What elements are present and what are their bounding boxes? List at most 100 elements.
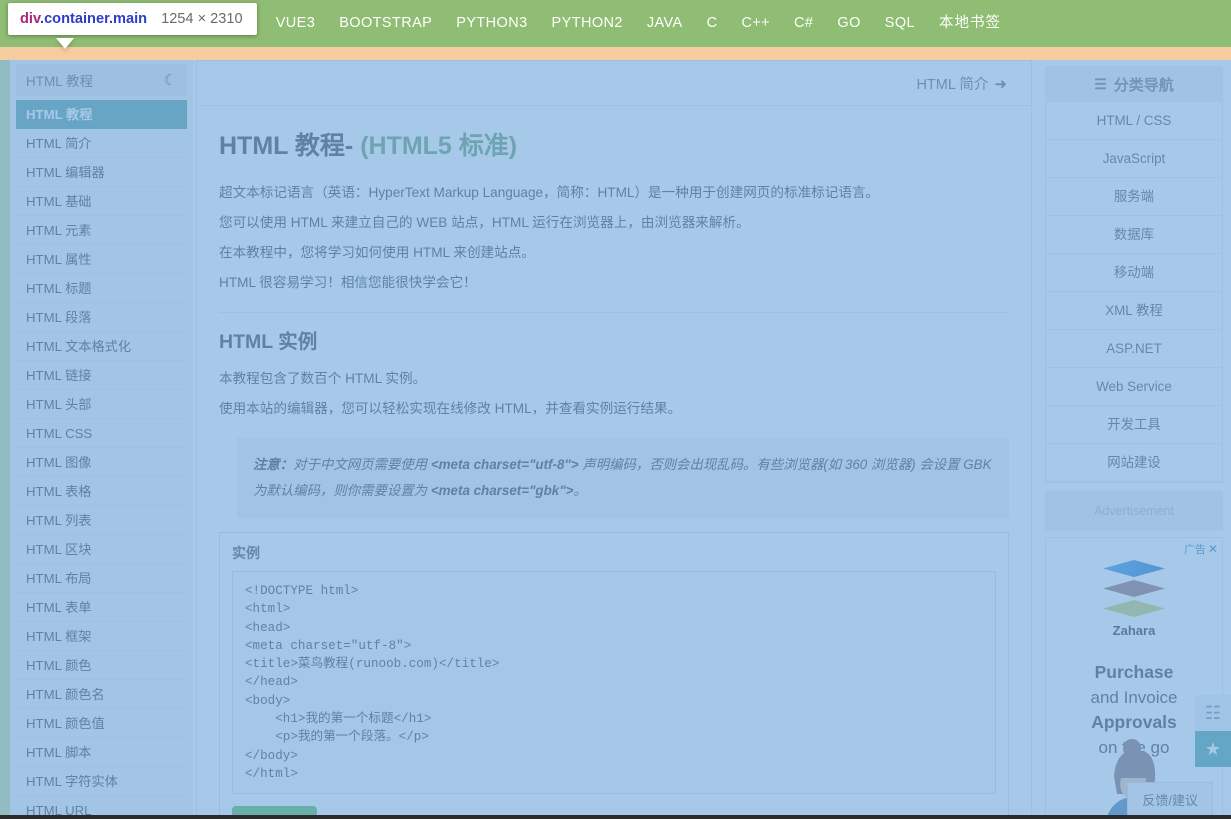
category-item-devtools[interactable]: 开发工具	[1046, 406, 1222, 444]
sidebar-item-html-attributes[interactable]: HTML 属性	[16, 245, 187, 274]
advertisement-banner[interactable]: 广告 ✕ Zahara Purchase and Invoice Approval…	[1045, 537, 1223, 819]
category-item-database[interactable]: 数据库	[1046, 216, 1222, 254]
breadcrumb: HTML 简介 ➜	[196, 60, 1032, 105]
code-line: <!DOCTYPE html>	[245, 584, 359, 598]
category-item-javascript[interactable]: JavaScript	[1046, 140, 1222, 178]
nav-item-vue3[interactable]: VUE3	[264, 0, 327, 47]
nav-item-csharp[interactable]: C#	[782, 0, 825, 47]
sidebar-menu: HTML 教程 HTML 简介 HTML 编辑器 HTML 基础 HTML 元素…	[10, 100, 193, 819]
category-item-html-css[interactable]: HTML / CSS	[1046, 102, 1222, 140]
intro-paragraph-3: 在本教程中，您将学习如何使用 HTML 来创建站点。	[219, 245, 535, 260]
example-box: 实例 <!DOCTYPE html> <html> <head> <meta c…	[219, 532, 1009, 819]
code-line: <body>	[245, 693, 291, 708]
sidebar-item-html-images[interactable]: HTML 图像	[16, 448, 187, 477]
inspector-tooltip-dimensions: 1254 × 2310	[161, 11, 243, 27]
code-line: <html>	[245, 602, 291, 617]
nav-item-bootstrap[interactable]: BOOTSTRAP	[327, 0, 444, 47]
close-icon[interactable]: ✕	[1208, 542, 1218, 556]
sidebar-header: HTML 教程 ☾	[16, 64, 187, 96]
nav-item-c[interactable]: C	[695, 0, 730, 47]
page-title-main: HTML 教程-	[219, 132, 361, 160]
sidebar-item-html-editor[interactable]: HTML 编辑器	[16, 158, 187, 187]
nav-item-go[interactable]: GO	[825, 0, 872, 47]
logo-diamond-mid	[1103, 580, 1165, 597]
intro-paragraph-4: HTML 很容易学习！相信您能很快学会它！	[219, 275, 477, 290]
code-line: <head>	[245, 620, 291, 635]
note-part-3: 。	[573, 483, 587, 498]
arrow-right-icon: ➜	[994, 75, 1007, 93]
sidebar-item-html-headings[interactable]: HTML 标题	[16, 274, 187, 303]
sidebar-item-html-elements[interactable]: HTML 元素	[16, 216, 187, 245]
page-root: JAVASCRIPT JQUERY VUE2 VUE3 BOOTSTRAP PY…	[0, 0, 1231, 819]
feedback-button[interactable]: 反馈/建议	[1127, 782, 1213, 817]
sidebar-item-html-css[interactable]: HTML CSS	[16, 419, 187, 448]
main-content: HTML 简介 ➜ HTML 教程- (HTML5 标准) 超文本标记语言（英语：…	[196, 60, 1032, 819]
category-list: HTML / CSS JavaScript 服务端 数据库 移动端 XML 教程…	[1045, 102, 1223, 483]
sidebar-item-html-iframe[interactable]: HTML 框架	[16, 622, 187, 651]
nav-item-java[interactable]: JAVA	[635, 0, 695, 47]
intro-paragraph-2: 您可以使用 HTML 来建立自己的 WEB 站点，HTML 运行在浏览器上，由浏…	[219, 215, 750, 230]
list-icon: ☰	[1094, 75, 1107, 92]
section-divider	[219, 312, 1009, 313]
page-title: HTML 教程- (HTML5 标准)	[219, 126, 1009, 162]
qr-code-icon[interactable]: ☷	[1195, 695, 1231, 731]
category-nav-header: ☰ 分类导航	[1045, 66, 1223, 102]
sidebar-item-html-blocks[interactable]: HTML 区块	[16, 535, 187, 564]
section-title-examples: HTML 实例	[219, 331, 318, 353]
nav-item-python3[interactable]: PYTHON3	[444, 0, 539, 47]
inspector-tooltip-arrow	[56, 38, 74, 49]
category-nav-label: 分类导航	[1113, 76, 1174, 94]
category-item-website-building[interactable]: 网站建设	[1046, 444, 1222, 482]
note-label: 注意：	[253, 457, 294, 472]
ad-close-control[interactable]: 广告 ✕	[1184, 541, 1218, 557]
note-code-1: <meta charset="utf-8">	[430, 457, 579, 472]
category-item-webservice[interactable]: Web Service	[1046, 368, 1222, 406]
left-sidebar: HTML 教程 ☾ HTML 教程 HTML 简介 HTML 编辑器 HTML …	[10, 60, 193, 819]
sidebar-item-html-scripts[interactable]: HTML 脚本	[16, 738, 187, 767]
sidebar-item-html-lists[interactable]: HTML 列表	[16, 506, 187, 535]
category-item-mobile[interactable]: 移动端	[1046, 254, 1222, 292]
sidebar-item-html-entities[interactable]: HTML 字符实体	[16, 767, 187, 796]
breadcrumb-next-label: HTML 简介	[916, 76, 989, 93]
logo-diamond-top	[1103, 560, 1165, 577]
example-box-title: 实例	[232, 545, 260, 561]
ad-brand-logo	[1103, 560, 1165, 617]
sidebar-item-html-colors[interactable]: HTML 颜色	[16, 651, 187, 680]
sidebar-item-html-tables[interactable]: HTML 表格	[16, 477, 187, 506]
moon-icon[interactable]: ☾	[164, 71, 177, 89]
ad-copy-line-1: Purchase	[1094, 662, 1174, 682]
intro-paragraph-1: 超文本标记语言（英语：HyperText Markup Language，简称：…	[219, 185, 880, 200]
nav-item-local-bookmarks[interactable]: 本地书签	[927, 0, 1013, 47]
code-line: <meta charset="utf-8">	[245, 638, 412, 653]
sidebar-item-html-links[interactable]: HTML 链接	[16, 361, 187, 390]
sidebar-item-html-formatting[interactable]: HTML 文本格式化	[16, 332, 187, 361]
sidebar-item-html-basics[interactable]: HTML 基础	[16, 187, 187, 216]
star-icon[interactable]: ★	[1195, 731, 1231, 767]
sidebar-item-html-tutorial[interactable]: HTML 教程	[16, 100, 187, 129]
nav-item-cpp[interactable]: C++	[729, 0, 782, 47]
sidebar-item-html-layout[interactable]: HTML 布局	[16, 564, 187, 593]
page-title-sub: (HTML5 标准)	[360, 132, 518, 160]
note-part-1: 对于中文网页需要使用	[293, 457, 431, 472]
sidebar-item-html-intro[interactable]: HTML 简介	[16, 129, 187, 158]
breadcrumb-next-link[interactable]: HTML 简介 ➜	[916, 73, 1007, 94]
inspector-tooltip: div.container.main 1254 × 2310	[8, 3, 257, 35]
examples-paragraph-1: 本教程包含了数百个 HTML 实例。	[219, 371, 427, 386]
sidebar-item-html-colornames[interactable]: HTML 颜色名	[16, 680, 187, 709]
nav-item-python2[interactable]: PYTHON2	[540, 0, 635, 47]
note-code-2: <meta charset="gbk">	[430, 483, 574, 498]
ad-brand-name: Zahara	[1112, 623, 1156, 638]
code-block[interactable]: <!DOCTYPE html> <html> <head> <meta char…	[232, 571, 996, 795]
sidebar-item-html-forms[interactable]: HTML 表单	[16, 593, 187, 622]
advertisement-label: Advertisement	[1045, 491, 1223, 531]
sidebar-item-html-colorvalues[interactable]: HTML 颜色值	[16, 709, 187, 738]
category-item-aspnet[interactable]: ASP.NET	[1046, 330, 1222, 368]
nav-item-sql[interactable]: SQL	[873, 0, 927, 47]
code-line: </html>	[245, 766, 298, 781]
category-item-xml[interactable]: XML 教程	[1046, 292, 1222, 330]
code-line: </body>	[245, 748, 298, 763]
sidebar-item-html-paragraphs[interactable]: HTML 段落	[16, 303, 187, 332]
category-item-server[interactable]: 服务端	[1046, 178, 1222, 216]
viewport-bottom-edge	[0, 815, 1231, 819]
sidebar-item-html-head[interactable]: HTML 头部	[16, 390, 187, 419]
